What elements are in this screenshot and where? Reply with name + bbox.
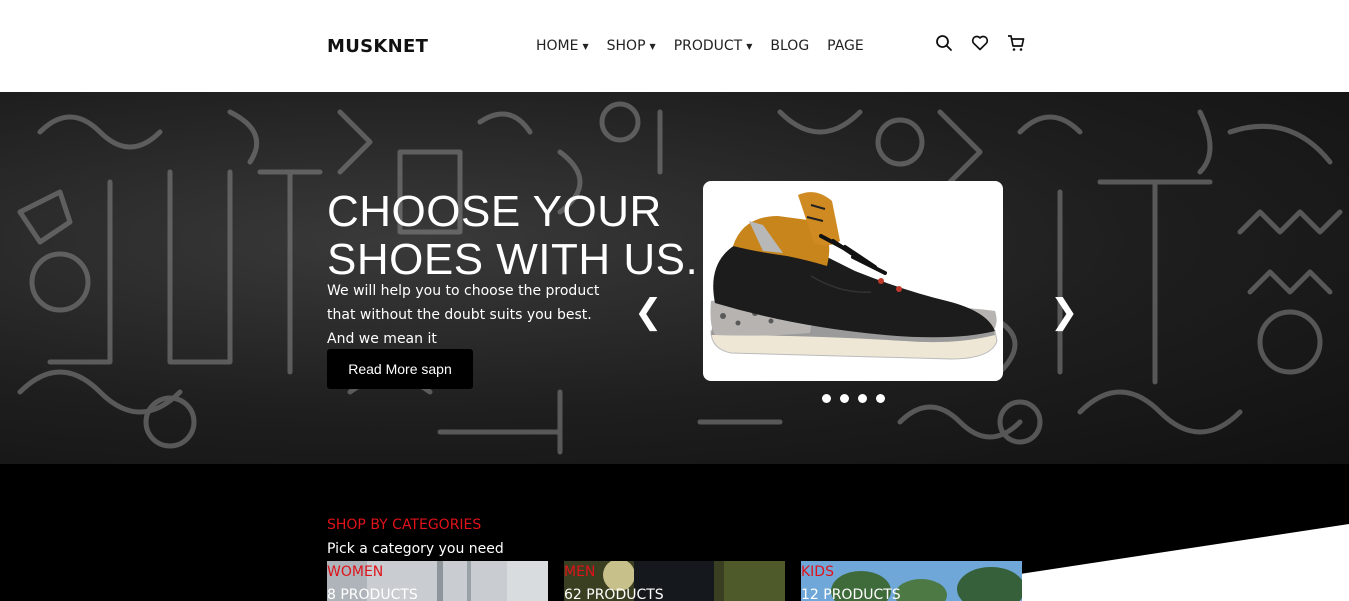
nav-home-label: HOME bbox=[536, 38, 579, 54]
nav-shop[interactable]: SHOP ▼ bbox=[607, 38, 656, 54]
nav-home[interactable]: HOME ▼ bbox=[536, 38, 589, 54]
category-count-women: 8 PRODUCTS bbox=[327, 587, 418, 601]
main-nav: HOME ▼ SHOP ▼ PRODUCT ▼ BLOG PAGE bbox=[536, 38, 864, 54]
nav-product-label: PRODUCT bbox=[673, 38, 743, 54]
cart-icon[interactable] bbox=[1006, 33, 1026, 53]
category-tile-kids[interactable]: KIDS 12 PRODUCTS bbox=[801, 561, 1022, 601]
category-name-women: WOMEN bbox=[327, 564, 384, 580]
category-tile-men[interactable]: MEN 62 PRODUCTS bbox=[564, 561, 785, 601]
categories-kicker: SHOP BY CATEGORIES bbox=[327, 517, 482, 533]
hero-subtitle-line2: that without the doubt suits you best. bbox=[327, 307, 592, 323]
nav-page-label: PAGE bbox=[827, 38, 864, 54]
category-count-kids: 12 PRODUCTS bbox=[801, 587, 901, 601]
hero-subtitle-line1: We will help you to choose the product bbox=[327, 283, 600, 299]
carousel-dot-4[interactable] bbox=[876, 394, 885, 403]
hero-subtitle: We will help you to choose the product t… bbox=[327, 279, 617, 351]
category-count-men: 62 PRODUCTS bbox=[564, 587, 664, 601]
site-header: MUSKNET HOME ▼ SHOP ▼ PRODUCT ▼ BLOG PAG… bbox=[0, 0, 1349, 92]
categories-section: SHOP BY CATEGORIES Pick a category you n… bbox=[0, 464, 1349, 601]
nav-blog[interactable]: BLOG bbox=[770, 38, 809, 54]
chevron-down-icon: ▼ bbox=[746, 42, 753, 51]
carousel-dot-2[interactable] bbox=[840, 394, 849, 403]
category-tile-women[interactable]: WOMEN 8 PRODUCTS bbox=[327, 561, 548, 601]
nav-blog-label: BLOG bbox=[770, 38, 810, 54]
category-name-men: MEN bbox=[564, 564, 596, 580]
logo[interactable]: MUSKNET bbox=[327, 36, 428, 57]
categories-title: Pick a category you need bbox=[327, 541, 504, 557]
carousel-dots bbox=[822, 394, 885, 403]
carousel-dot-3[interactable] bbox=[858, 394, 867, 403]
chevron-down-icon: ▼ bbox=[649, 42, 656, 51]
category-name-kids: KIDS bbox=[801, 564, 834, 580]
chevron-down-icon: ▼ bbox=[582, 42, 589, 51]
heart-icon[interactable] bbox=[970, 33, 990, 53]
nav-product[interactable]: PRODUCT ▼ bbox=[674, 38, 753, 54]
carousel-dot-1[interactable] bbox=[822, 394, 831, 403]
sneaker-image bbox=[710, 192, 998, 360]
hero-banner: CHOOSE YOUR SHOES WITH US. We will help … bbox=[0, 92, 1349, 464]
nav-shop-label: SHOP bbox=[606, 38, 646, 54]
hero-subtitle-line3: And we mean it bbox=[327, 331, 437, 347]
read-more-button[interactable]: Read More sapn bbox=[327, 349, 473, 389]
hero-title-line2: SHOES WITH US. bbox=[327, 235, 699, 284]
carousel-next-arrow[interactable]: ❯ bbox=[1050, 292, 1079, 332]
search-icon[interactable] bbox=[934, 33, 954, 53]
nav-page[interactable]: PAGE bbox=[827, 38, 864, 54]
carousel-prev-arrow[interactable]: ❮ bbox=[634, 292, 663, 332]
product-image-card[interactable] bbox=[703, 181, 1003, 381]
hero-title: CHOOSE YOUR SHOES WITH US. bbox=[327, 188, 698, 284]
hero-title-line1: CHOOSE YOUR bbox=[327, 187, 662, 236]
header-icons bbox=[934, 33, 1026, 53]
